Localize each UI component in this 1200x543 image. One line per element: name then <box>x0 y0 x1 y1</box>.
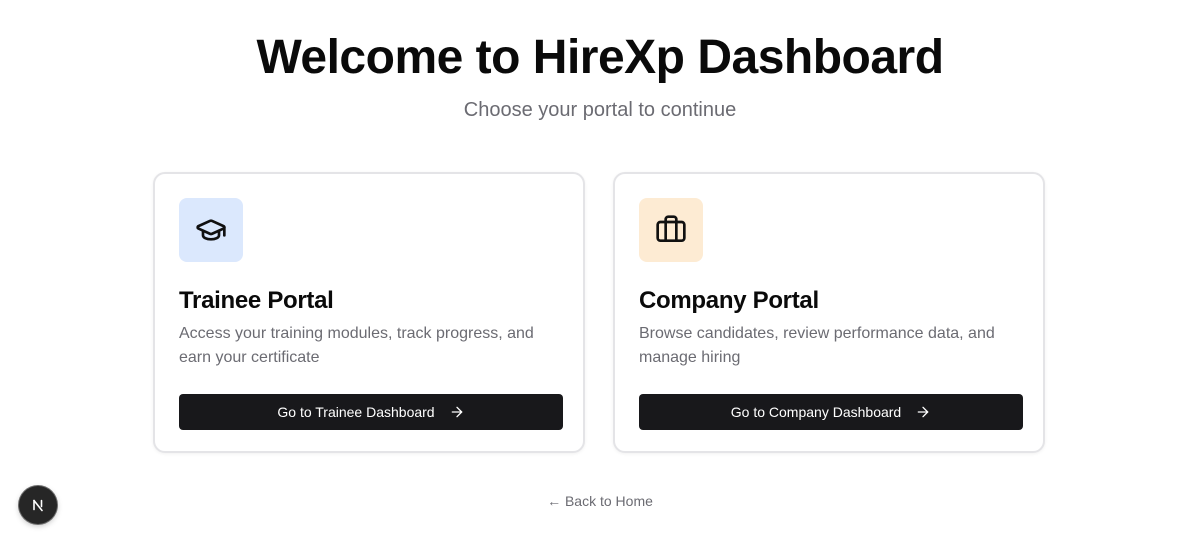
briefcase-icon <box>656 215 686 242</box>
company-portal-title: Company Portal <box>639 287 819 314</box>
back-to-home-link[interactable]: ← Back to Home <box>0 492 1200 510</box>
trainee-portal-card: Trainee Portal Access your training modu… <box>153 172 585 453</box>
page-subtitle: Choose your portal to continue <box>463 99 737 121</box>
nextjs-dev-indicator[interactable] <box>19 486 57 524</box>
trainee-button-label: Go to Trainee Dashboard <box>277 404 435 420</box>
trainee-icon-box <box>179 198 243 262</box>
company-portal-card: Company Portal Browse candidates, review… <box>613 172 1045 453</box>
nextjs-logo-icon <box>33 499 43 512</box>
company-icon-box <box>639 198 703 262</box>
company-button-label: Go to Company Dashboard <box>730 404 902 420</box>
dashboard-selection-page: Welcome to HireXp Dashboard Choose your … <box>0 0 1200 543</box>
go-to-trainee-dashboard-button[interactable]: Go to Trainee Dashboard <box>179 394 563 430</box>
arrow-right-icon <box>917 406 929 418</box>
company-portal-description: Browse candidates, review performance da… <box>639 325 995 366</box>
page-title: Welcome to HireXp Dashboard <box>256 31 944 84</box>
graduation-cap-icon <box>196 219 226 241</box>
trainee-portal-description: Access your training modules, track prog… <box>179 325 534 366</box>
trainee-portal-title: Trainee Portal <box>179 287 334 314</box>
go-to-company-dashboard-button[interactable]: Go to Company Dashboard <box>639 394 1023 430</box>
arrow-right-icon <box>451 406 462 418</box>
